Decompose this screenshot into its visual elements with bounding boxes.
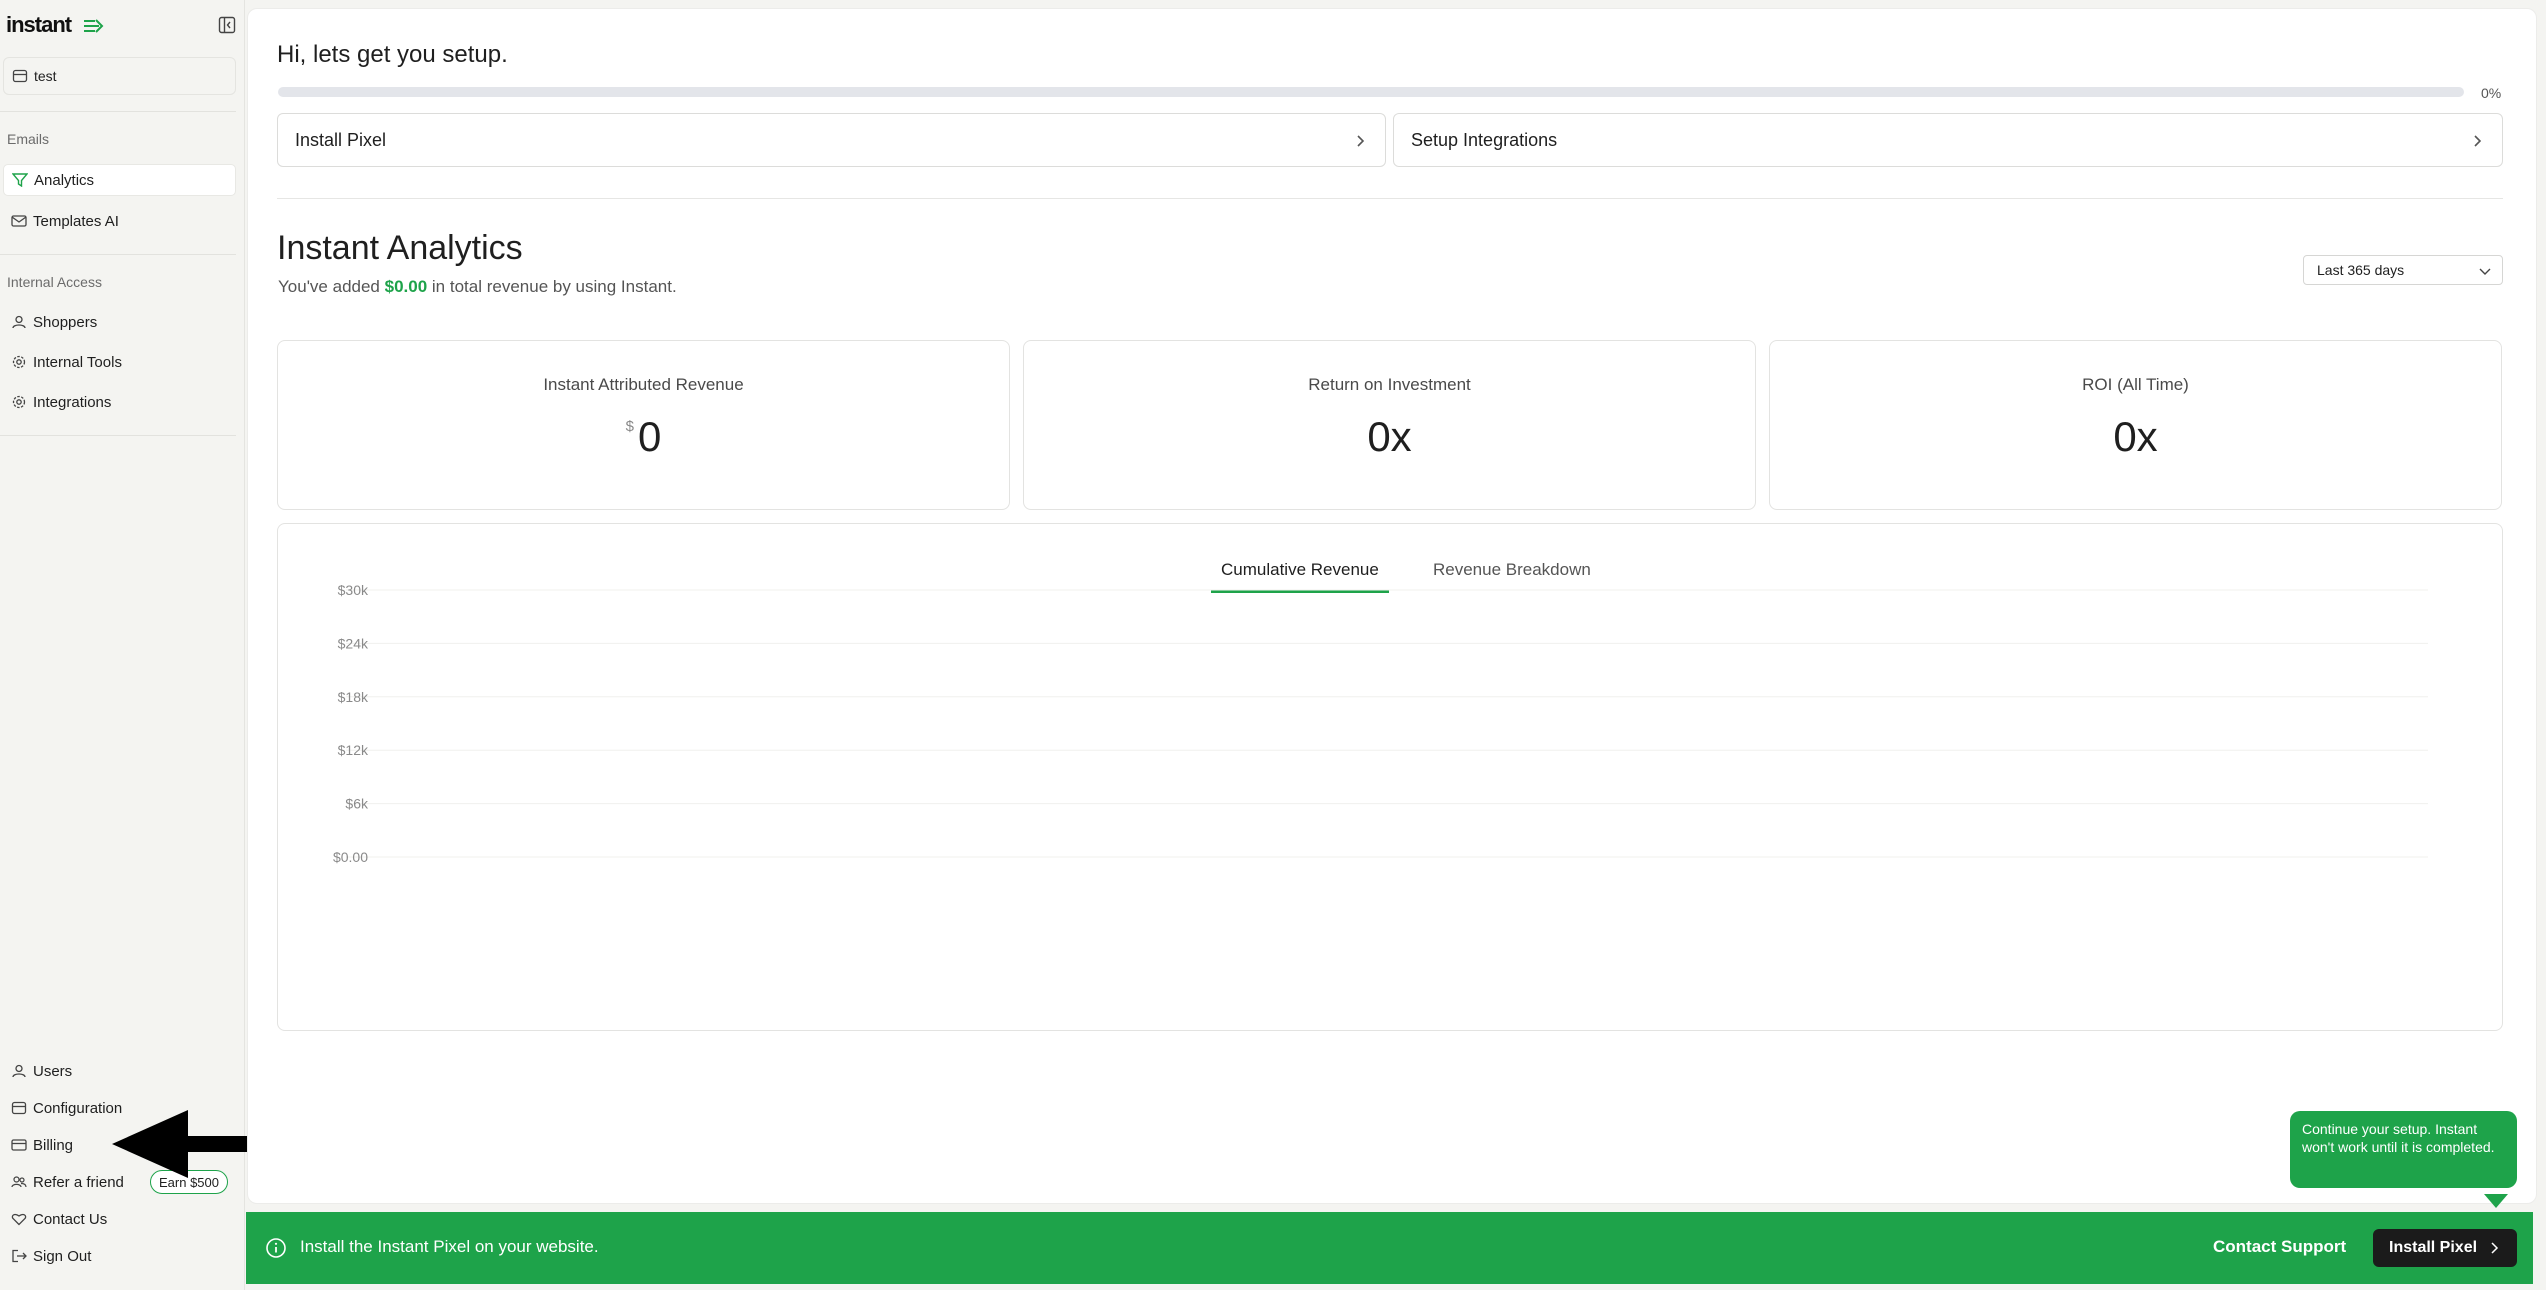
metric-card-roi: Return on Investment 0x — [1023, 340, 1756, 510]
y-tick-label: $30k — [338, 582, 369, 598]
sidebar-item-label: Contact Us — [33, 1210, 108, 1228]
install-pixel-banner: Install the Instant Pixel on your websit… — [246, 1212, 2533, 1284]
sidebar-item-label: Billing — [33, 1136, 74, 1154]
metric-card-roi-all-time: ROI (All Time) 0x — [1769, 340, 2502, 510]
metric-card-attributed-revenue: Instant Attributed Revenue $0 — [277, 340, 1010, 510]
sidebar-item-label: Internal Tools — [33, 353, 122, 371]
sidebar-collapse-icon[interactable] — [218, 16, 236, 34]
section-divider — [277, 198, 2503, 199]
sidebar-item-label: Integrations — [33, 393, 112, 411]
install-pixel-label: Install Pixel — [2389, 1239, 2478, 1256]
users-icon — [8, 1174, 30, 1190]
sidebar-item-shoppers[interactable]: Shoppers — [3, 306, 236, 338]
sidebar-divider — [0, 254, 236, 255]
sidebar-item-label: Sign Out — [33, 1247, 92, 1265]
user-icon — [8, 1063, 30, 1079]
section-label-internal: Internal Access — [7, 274, 102, 290]
logout-icon — [8, 1248, 30, 1264]
section-label-emails: Emails — [7, 131, 50, 147]
sidebar-item-templates-ai[interactable]: Templates AI — [3, 205, 236, 237]
user-icon — [8, 314, 30, 330]
install-pixel-button[interactable]: Install Pixel — [2373, 1229, 2517, 1267]
metric-currency: $ — [625, 418, 634, 435]
sidebar-item-label: Templates AI — [33, 212, 119, 230]
step-label: Install Pixel — [295, 129, 387, 150]
revenue-amount: $0.00 — [384, 277, 428, 296]
store-item[interactable]: test — [4, 60, 235, 92]
sidebar-divider — [0, 111, 236, 112]
analytics-subtitle: You've added $0.00 in total revenue by u… — [278, 277, 677, 297]
gear-icon — [8, 394, 30, 410]
setup-progress-bar — [278, 87, 2464, 97]
y-tick-label: $18k — [338, 689, 369, 705]
chevron-right-icon — [1357, 135, 1365, 147]
chevron-right-icon — [2491, 1242, 2499, 1254]
y-tick-label: $12k — [338, 742, 369, 758]
sidebar-divider — [0, 435, 236, 436]
card-icon — [8, 1137, 30, 1153]
info-icon — [266, 1238, 286, 1258]
subtitle-prefix: You've added — [278, 277, 380, 296]
step-label: Setup Integrations — [1411, 129, 1558, 150]
banner-message: Install the Instant Pixel on your websit… — [300, 1237, 599, 1256]
mail-icon — [8, 213, 30, 229]
sidebar-item-internal-tools[interactable]: Internal Tools — [3, 346, 236, 378]
chevron-right-icon — [2474, 135, 2482, 147]
sidebar-item-integrations[interactable]: Integrations — [3, 386, 236, 418]
main-panel: Hi, lets get you setup. 0% Install Pixel… — [247, 8, 2537, 1204]
metric-value: 0x — [1367, 413, 1412, 460]
logo-row: instant — [6, 12, 238, 42]
revenue-chart-card: Cumulative Revenue Revenue Breakdown $30… — [277, 523, 2503, 1031]
sidebar-item-label: Analytics — [34, 171, 95, 189]
metric-label: Instant Attributed Revenue — [543, 375, 744, 394]
analytics-title: Instant Analytics — [277, 229, 523, 267]
chevron-down-icon — [2479, 268, 2491, 275]
sidebar-item-label: Configuration — [33, 1099, 123, 1117]
setup-integrations-step[interactable]: Setup Integrations — [1393, 113, 2503, 167]
subtitle-suffix: in total revenue by using Instant. — [431, 277, 677, 296]
revenue-line-chart: $30k $24k $18k $12k $6k $0.00 — [333, 582, 2428, 865]
store-icon — [9, 68, 31, 84]
heart-icon — [8, 1211, 30, 1227]
install-pixel-step[interactable]: Install Pixel — [277, 113, 1386, 167]
sidebar-item-sign-out[interactable]: Sign Out — [3, 1240, 236, 1272]
gear-icon — [8, 354, 30, 370]
store-icon — [8, 1100, 30, 1116]
metric-number: 0 — [637, 413, 662, 460]
setup-title: Hi, lets get you setup. — [277, 41, 508, 68]
contact-support-link[interactable]: Contact Support — [2213, 1237, 2346, 1257]
tooltip-tail — [2484, 1194, 2508, 1208]
metric-value: $0 — [278, 413, 1009, 461]
sidebar-item-label: Users — [33, 1062, 73, 1080]
arrow-lines-icon — [84, 19, 104, 33]
setup-tooltip: Continue your setup. Instant won't work … — [2290, 1111, 2517, 1188]
store-name: test — [34, 68, 57, 84]
sidebar-item-users[interactable]: Users — [3, 1055, 236, 1087]
sidebar: instant test Emails Analytics Templates … — [0, 0, 245, 1290]
date-range-select[interactable]: Last 365 days — [2303, 255, 2503, 285]
y-tick-label: $0.00 — [333, 849, 368, 865]
logo[interactable]: instant — [6, 12, 72, 38]
metric-label: Return on Investment — [1308, 375, 1471, 394]
y-tick-label: $6k — [345, 796, 369, 812]
sidebar-item-label: Shoppers — [33, 313, 98, 331]
filter-icon — [9, 172, 31, 188]
metric-label: ROI (All Time) — [2082, 375, 2189, 394]
sidebar-item-analytics[interactable]: Analytics — [3, 164, 236, 196]
setup-progress-label: 0% — [2481, 85, 2502, 101]
metric-value: 0x — [2113, 413, 2158, 460]
sidebar-item-contact[interactable]: Contact Us — [3, 1203, 236, 1235]
y-tick-label: $24k — [338, 635, 369, 651]
store-selector[interactable]: test — [3, 57, 236, 95]
date-range-value: Last 365 days — [2317, 262, 2405, 278]
